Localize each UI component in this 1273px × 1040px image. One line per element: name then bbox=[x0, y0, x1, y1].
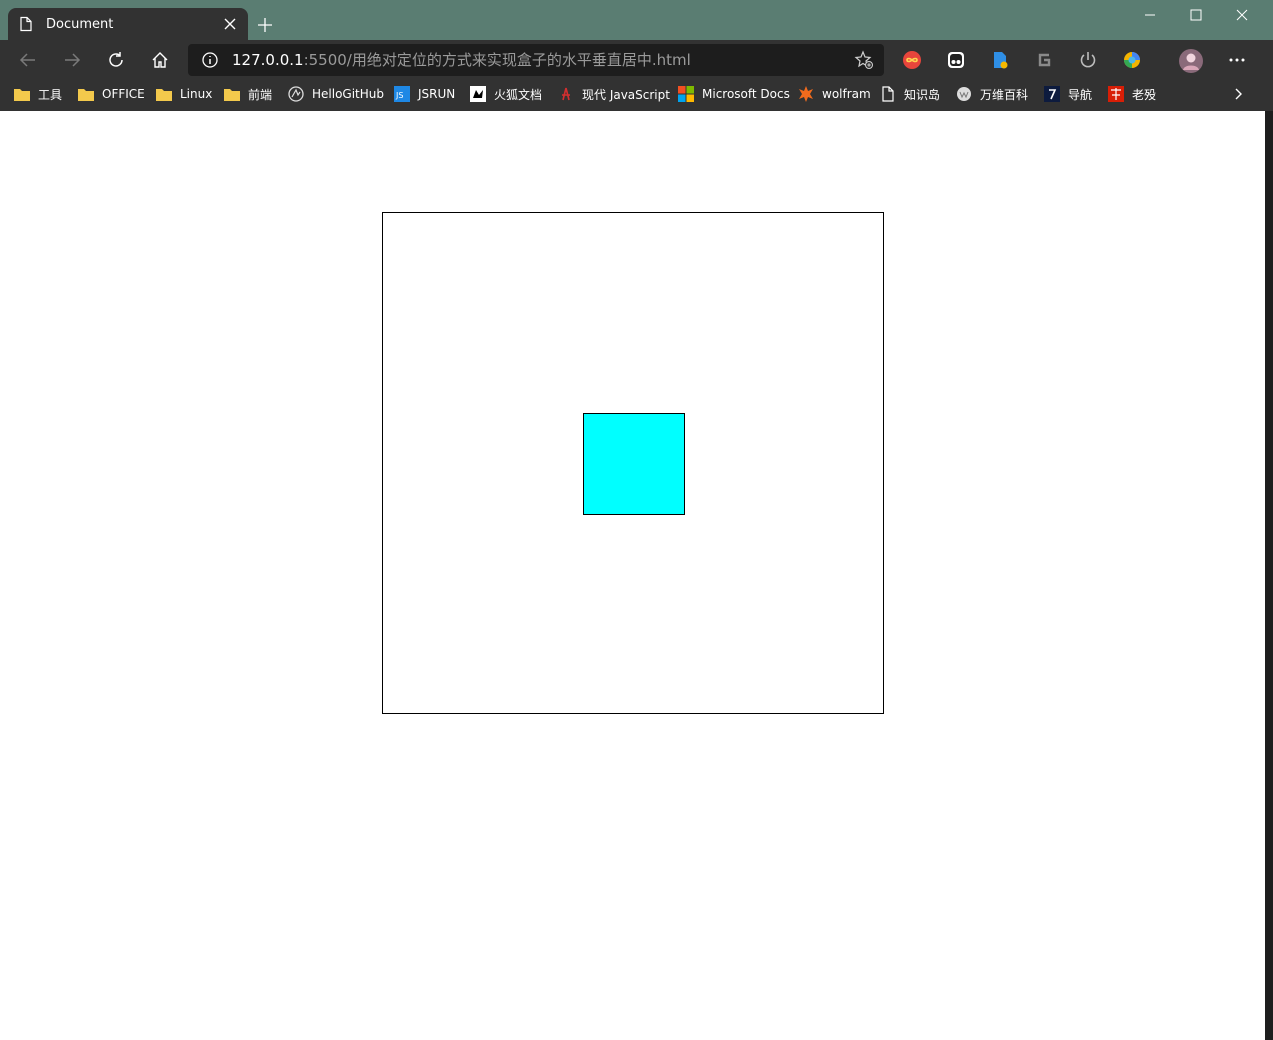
bookmark-label: 工具 bbox=[38, 87, 63, 102]
bookmarks-more-icon[interactable] bbox=[1230, 84, 1246, 104]
wiki-icon bbox=[956, 86, 972, 102]
bookmark-folder-tools[interactable]: 工具 bbox=[14, 84, 62, 104]
bookmark-folder-office[interactable]: OFFICE bbox=[78, 84, 145, 104]
svg-text:JS: JS bbox=[395, 91, 403, 100]
bookmark-label: 导航 bbox=[1068, 87, 1093, 102]
javascript-info-icon bbox=[558, 86, 574, 102]
bookmark-label: HelloGitHub bbox=[312, 87, 384, 101]
new-tab-icon[interactable] bbox=[254, 14, 276, 36]
laomo-icon bbox=[1108, 86, 1124, 102]
bookmark-zhishidao[interactable]: 知识岛 bbox=[880, 84, 940, 104]
more-options-icon[interactable] bbox=[1225, 48, 1249, 72]
bookmark-label: JSRUN bbox=[418, 87, 456, 101]
centered-inner-box bbox=[583, 413, 685, 515]
favorite-star-icon[interactable] bbox=[852, 48, 876, 72]
extension-colorful-icon[interactable] bbox=[1120, 48, 1144, 72]
page-viewport bbox=[0, 111, 1265, 1040]
bookmark-folder-frontend[interactable]: 前端 bbox=[224, 84, 272, 104]
close-tab-icon[interactable] bbox=[222, 16, 238, 32]
url-text[interactable]: 127.0.0.1:5500/用绝对定位的方式来实现盒子的水平垂直居中.html bbox=[232, 49, 691, 71]
bookmark-navigation[interactable]: 导航 bbox=[1044, 84, 1092, 104]
bookmark-mdn[interactable]: 火狐文档 bbox=[470, 84, 542, 104]
extension-g-icon[interactable] bbox=[1032, 48, 1056, 72]
bookmark-wolfram[interactable]: wolfram bbox=[798, 84, 871, 104]
bookmark-folder-linux[interactable]: Linux bbox=[156, 84, 212, 104]
back-icon[interactable] bbox=[16, 48, 40, 72]
hellogithub-icon bbox=[288, 86, 304, 102]
forward-icon[interactable] bbox=[60, 48, 84, 72]
extension-infinity-icon[interactable] bbox=[900, 48, 924, 72]
bookmark-label: 前端 bbox=[248, 87, 273, 102]
folder-icon bbox=[224, 86, 240, 102]
nav-icon bbox=[1044, 86, 1060, 102]
bookmark-label: 现代 JavaScript bbox=[582, 87, 670, 102]
tab-title: Document bbox=[46, 16, 114, 32]
url-host: 127.0.0.1 bbox=[232, 51, 304, 69]
site-info-icon[interactable] bbox=[198, 48, 222, 72]
avatar[interactable] bbox=[1178, 48, 1204, 74]
folder-icon bbox=[78, 86, 94, 102]
bookmark-label: 老殁 bbox=[1132, 87, 1157, 102]
window-edge bbox=[1265, 111, 1273, 1040]
mdn-icon bbox=[470, 86, 486, 102]
bookmark-jsrun[interactable]: JS JSRUN bbox=[394, 84, 455, 104]
home-icon[interactable] bbox=[148, 48, 172, 72]
microsoft-icon bbox=[678, 86, 694, 102]
extension-file-icon[interactable] bbox=[988, 48, 1012, 72]
close-window-icon[interactable] bbox=[1219, 4, 1265, 26]
outer-box bbox=[382, 212, 884, 714]
maximize-icon[interactable] bbox=[1173, 4, 1219, 26]
jsrun-icon: JS bbox=[394, 86, 410, 102]
tab-document[interactable]: Document bbox=[8, 8, 248, 40]
bookmark-laomo[interactable]: 老殁 bbox=[1108, 84, 1156, 104]
bookmark-label: Microsoft Docs bbox=[702, 87, 790, 101]
bookmark-wanwei-wiki[interactable]: 万维百科 bbox=[956, 84, 1028, 104]
wolfram-icon bbox=[798, 86, 814, 102]
folder-icon bbox=[156, 86, 172, 102]
bookmark-modern-javascript[interactable]: 现代 JavaScript bbox=[558, 84, 670, 104]
extension-power-icon[interactable] bbox=[1076, 48, 1100, 72]
page-icon bbox=[880, 86, 896, 102]
refresh-icon[interactable] bbox=[104, 48, 128, 72]
bookmark-hellogithub[interactable]: HelloGitHub bbox=[288, 84, 384, 104]
bookmark-microsoft-docs[interactable]: Microsoft Docs bbox=[678, 84, 790, 104]
url-path: :5500/用绝对定位的方式来实现盒子的水平垂直居中.html bbox=[303, 51, 691, 69]
minimize-icon[interactable] bbox=[1127, 4, 1173, 26]
folder-icon bbox=[14, 86, 30, 102]
bookmark-label: Linux bbox=[180, 87, 213, 101]
document-icon bbox=[18, 16, 34, 32]
extension-tampermonkey-icon[interactable] bbox=[944, 48, 968, 72]
bookmark-label: 知识岛 bbox=[904, 87, 941, 102]
bookmark-label: OFFICE bbox=[102, 87, 145, 101]
bookmark-label: 火狐文档 bbox=[494, 87, 543, 102]
bookmark-label: wolfram bbox=[822, 87, 871, 101]
bookmark-label: 万维百科 bbox=[980, 87, 1029, 102]
